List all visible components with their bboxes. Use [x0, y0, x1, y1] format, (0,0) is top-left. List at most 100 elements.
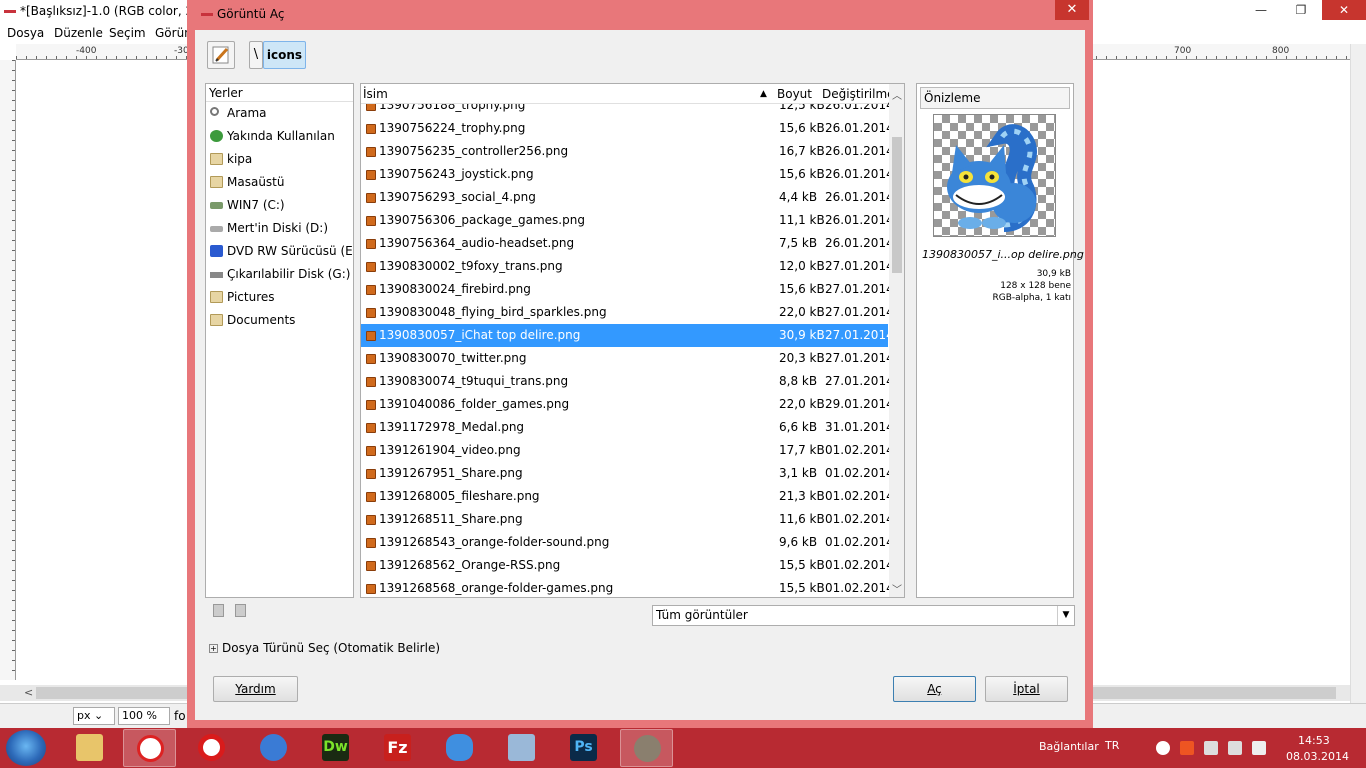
taskbar-chrome[interactable] [247, 729, 300, 767]
file-row[interactable]: 1390756293_social_4.png 4,4 kB 26.01.2014 [361, 186, 894, 209]
remove-bookmark-button[interactable] [235, 604, 246, 617]
dragon-app-icon [446, 734, 473, 761]
file-size: 15,5 kB [779, 558, 825, 572]
scroll-up-icon[interactable]: ︿ [892, 87, 902, 102]
cancel-button[interactable]: İptal [985, 676, 1068, 702]
close-button[interactable]: ✕ [1322, 0, 1366, 20]
file-row[interactable]: 1390756364_audio-headset.png 7,5 kB 26.01.… [361, 232, 894, 255]
places-panel: Yerler Arama Yakında Kullanılan kipa Mas… [205, 83, 354, 598]
tray-clipboard-icon[interactable] [1204, 741, 1218, 755]
taskbar-explorer[interactable] [63, 729, 116, 767]
taskbar-gimp[interactable] [620, 729, 673, 767]
maximize-button[interactable]: ❐ [1286, 0, 1316, 20]
preview-header[interactable]: Önizleme [920, 87, 1070, 109]
file-list-scrollbar[interactable]: ︿ ﹀ [889, 84, 904, 597]
file-size: 6,6 kB [779, 420, 818, 434]
menu-duzenle[interactable]: Düzenle [54, 26, 103, 40]
file-row[interactable]: 1391172978_Medal.png 6,6 kB 31.01.2014 [361, 416, 894, 439]
scrollbar-thumb[interactable] [892, 137, 902, 273]
image-file-icon [366, 331, 376, 341]
place-label: WIN7 (C:) [227, 198, 285, 212]
file-filter-select[interactable]: Tüm görüntüler ▼ [652, 605, 1075, 626]
places-header[interactable]: Yerler [206, 84, 353, 102]
file-row[interactable]: 1391261904_video.png 17,7 kB 01.02.2014 [361, 439, 894, 462]
filter-value: Tüm görüntüler [656, 608, 748, 622]
file-row[interactable]: 1391268005_fileshare.png 21,3 kB 01.02.201… [361, 485, 894, 508]
tray-volume-icon[interactable] [1252, 741, 1266, 755]
taskbar-app-red[interactable] [123, 729, 176, 767]
taskbar-app-blue[interactable] [433, 729, 486, 767]
preview-thumbnail[interactable] [933, 114, 1056, 237]
clock-date[interactable]: 08.03.2014 [1286, 750, 1349, 763]
vertical-scrollbar[interactable] [1350, 44, 1366, 704]
file-row[interactable]: 1391268562_Orange-RSS.png 15,5 kB 01.02.20… [361, 554, 894, 577]
zoom-select[interactable]: 100 % ⌄ [118, 707, 170, 738]
file-size: 11,6 kB [779, 512, 825, 526]
add-bookmark-button[interactable] [213, 604, 224, 617]
file-row[interactable]: 1390830057_iChat top delire.png 30,9 kB 27… [361, 324, 894, 347]
tray-network-icon[interactable] [1228, 741, 1242, 755]
place-removable-g[interactable]: Çıkarılabilir Disk (G:) [206, 263, 353, 286]
file-name: 1390830070_twitter.png [379, 351, 527, 365]
file-date: 01.02.2014 [825, 581, 894, 595]
place-pictures[interactable]: Pictures [206, 286, 353, 309]
open-image-dialog: Görüntü Aç ✕ \ icons Yerler Arama Yakınd… [187, 0, 1093, 728]
path-icons-button[interactable]: icons [263, 41, 306, 69]
place-desktop[interactable]: Masaüstü [206, 171, 353, 194]
file-row[interactable]: 1391268511_Share.png 11,6 kB 01.02.2014 [361, 508, 894, 531]
place-dvd-e[interactable]: DVD RW Sürücüsü (E:... [206, 240, 353, 263]
file-row[interactable]: 1390756243_joystick.png 15,6 kB 26.01.2014 [361, 163, 894, 186]
file-row[interactable]: 1390756235_controller256.png 16,7 kB 26.01… [361, 140, 894, 163]
file-row[interactable]: 1390756224_trophy.png 15,6 kB 26.01.2014 [361, 117, 894, 140]
file-size: 16,7 kB [779, 144, 825, 158]
minimize-button[interactable]: — [1246, 0, 1276, 20]
tray-pdf-icon[interactable] [1180, 741, 1194, 755]
tray-language[interactable]: TR [1105, 739, 1119, 752]
taskbar-opera[interactable] [185, 729, 238, 767]
menu-secim[interactable]: Seçim [109, 26, 146, 40]
folder-icon [210, 314, 223, 326]
file-row[interactable]: 1390756306_package_games.png 11,1 kB 26.01… [361, 209, 894, 232]
image-file-icon [366, 239, 376, 249]
file-row[interactable]: 1390830024_firebird.png 15,6 kB 27.01.2014 [361, 278, 894, 301]
place-recent[interactable]: Yakında Kullanılan [206, 125, 353, 148]
tray-eye-icon[interactable] [1156, 741, 1170, 755]
menu-dosya[interactable]: Dosya [7, 26, 44, 40]
clock-time[interactable]: 14:53 [1298, 734, 1330, 747]
column-name[interactable]: İsim [363, 87, 388, 101]
gimp-window-title: *[Başlıksız]-1.0 (RGB color, 2 l [20, 4, 201, 18]
dialog-close-button[interactable]: ✕ [1055, 0, 1089, 20]
file-type-expander[interactable]: + Dosya Türünü Seç (Otomatik Belirle) [209, 641, 440, 655]
file-row[interactable]: 1391267951_Share.png 3,1 kB 01.02.2014 [361, 462, 894, 485]
unit-select[interactable]: px ⌄ [73, 707, 115, 725]
file-row[interactable]: 1390830074_t9tuqui_trans.png 8,8 kB 27.01.… [361, 370, 894, 393]
start-button[interactable] [6, 730, 46, 766]
file-row[interactable]: 1390830070_twitter.png 20,3 kB 27.01.2014 [361, 347, 894, 370]
file-row[interactable]: 1390830002_t9foxy_trans.png 12,0 kB 27.01.… [361, 255, 894, 278]
file-size: 15,6 kB [779, 167, 825, 181]
scroll-left-icon[interactable]: < [24, 686, 33, 699]
file-row[interactable]: 1390830048_flying_bird_sparkles.png 22,0 … [361, 301, 894, 324]
file-row[interactable]: 1391268568_orange-folder-games.png 15,5 k… [361, 577, 894, 597]
place-documents[interactable]: Documents [206, 309, 353, 332]
file-row[interactable]: 1391268543_orange-folder-sound.png 9,6 kB… [361, 531, 894, 554]
taskbar-dreamweaver[interactable]: Dw [309, 729, 362, 767]
place-drive-d[interactable]: Mert'in Diski (D:) [206, 217, 353, 240]
place-kipa[interactable]: kipa [206, 148, 353, 171]
tray-connections[interactable]: Bağlantılar [1039, 740, 1099, 753]
help-button[interactable]: Yardım [213, 676, 298, 702]
open-button[interactable]: Aç [893, 676, 976, 702]
column-size[interactable]: Boyut [777, 87, 812, 101]
place-search[interactable]: Arama [206, 102, 353, 125]
column-modified[interactable]: Değiştirilme [822, 87, 895, 101]
type-location-button[interactable] [207, 41, 235, 69]
taskbar-photoshop[interactable]: Ps [557, 729, 610, 767]
file-name: 1391268005_fileshare.png [379, 489, 540, 503]
scroll-down-icon[interactable]: ﹀ [892, 581, 902, 596]
taskbar-app-network[interactable] [495, 729, 548, 767]
dvd-icon [210, 245, 223, 257]
path-root-button[interactable]: \ [249, 41, 263, 69]
place-drive-c[interactable]: WIN7 (C:) [206, 194, 353, 217]
file-row[interactable]: 1391040086_folder_games.png 22,0 kB 29.01.… [361, 393, 894, 416]
taskbar-filezilla[interactable]: Fz [371, 729, 424, 767]
